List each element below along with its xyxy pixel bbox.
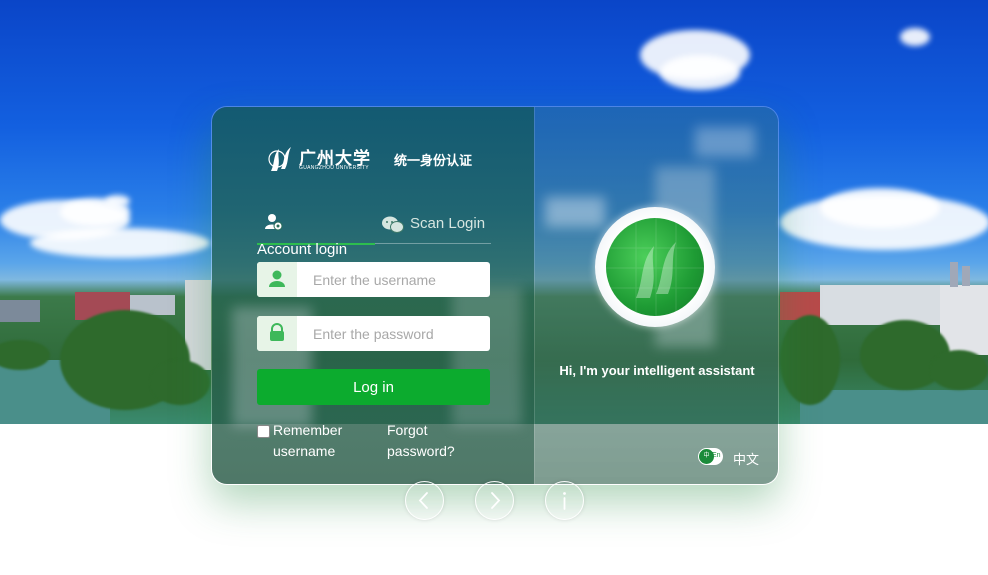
- tab-scan-label: Scan Login: [410, 215, 486, 232]
- university-emblem-icon: [268, 147, 291, 171]
- remember-label: Remember username: [273, 422, 343, 459]
- assistant-panel: Hi, I'm your intelligent assistant 中 En 中…: [534, 107, 778, 484]
- info-button[interactable]: [545, 481, 584, 520]
- username-input[interactable]: [305, 262, 490, 297]
- info-icon: [563, 492, 566, 510]
- password-field: [257, 316, 490, 351]
- lock-icon: [270, 323, 284, 341]
- next-button[interactable]: [475, 481, 514, 520]
- username-field: [257, 262, 490, 297]
- university-name-en: GUANGZHOU UNIVERSITY: [299, 165, 369, 171]
- chevron-right-icon: [491, 492, 501, 509]
- user-icon: [269, 270, 285, 287]
- login-button[interactable]: Log in: [257, 369, 490, 405]
- university-emblem-icon: [606, 218, 704, 316]
- university-logo: 广州大学 GUANGZHOU UNIVERSITY 统一身份认证: [267, 143, 482, 175]
- system-title: 统一身份认证: [394, 154, 473, 169]
- login-panel: 广州大学 GUANGZHOU UNIVERSITY 统一身份认证 Account…: [212, 107, 534, 484]
- login-tabs: Account login Scan Login: [257, 211, 492, 258]
- tab-scan-login[interactable]: Scan Login: [382, 211, 492, 241]
- wechat-icon: [382, 216, 404, 233]
- remember-checkbox[interactable]: [257, 425, 270, 438]
- forgot-password-link[interactable]: Forgot password?: [387, 420, 487, 462]
- tab-account-login[interactable]: Account login: [257, 211, 375, 258]
- password-input[interactable]: [305, 316, 490, 351]
- login-card: 广州大学 GUANGZHOU UNIVERSITY 统一身份认证 Account…: [211, 106, 779, 485]
- language-label: 中文: [733, 452, 760, 467]
- chevron-left-icon: [418, 492, 428, 509]
- assistant-greeting: Hi, I'm your intelligent assistant: [559, 363, 755, 378]
- prev-button[interactable]: [405, 481, 444, 520]
- user-icon: [265, 214, 283, 231]
- assistant-avatar[interactable]: [595, 207, 715, 327]
- language-toggle-icon: 中 En: [698, 448, 723, 465]
- tab-account-label: Account login: [257, 241, 348, 258]
